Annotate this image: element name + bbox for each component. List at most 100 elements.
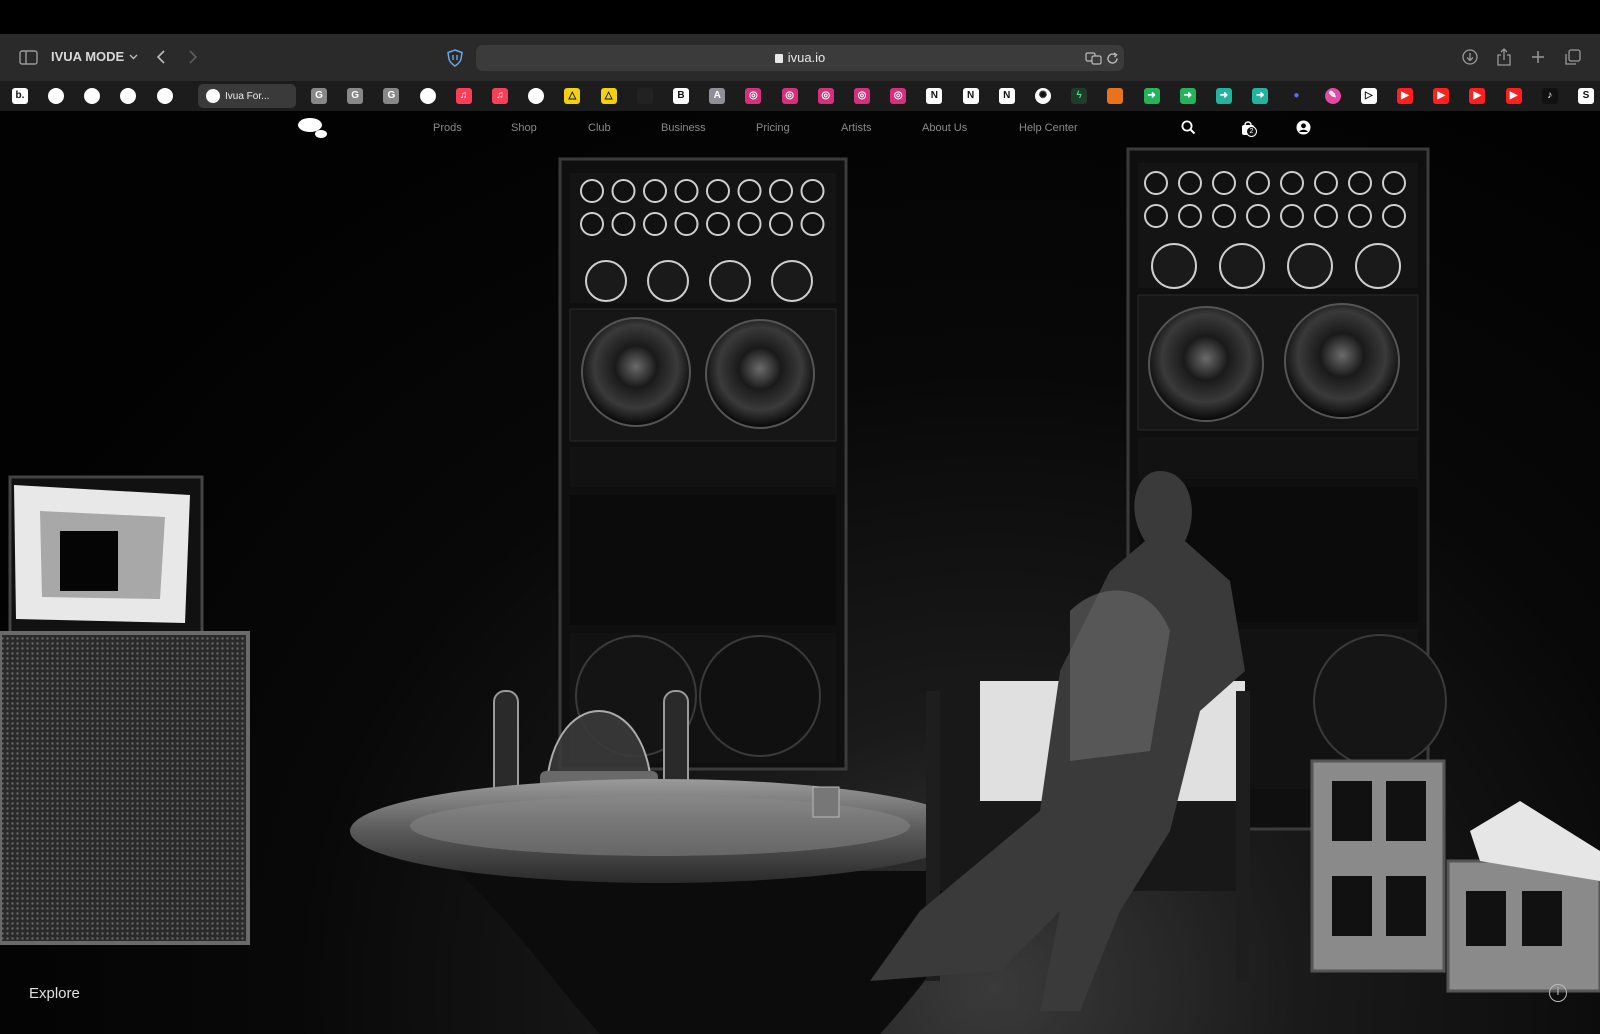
system-menu-strip	[0, 0, 1600, 34]
notion-icon: N	[998, 88, 1015, 104]
bookmark-tab[interactable]: N	[989, 84, 1025, 108]
drop-icon: ●	[1288, 88, 1305, 104]
share-icon[interactable]	[1495, 47, 1513, 67]
bookmark-tab[interactable]: N	[953, 84, 989, 108]
s-icon: S	[1578, 88, 1594, 104]
youtube-icon: ▶	[1433, 88, 1450, 104]
translate-icon[interactable]	[1084, 49, 1102, 67]
reload-icon[interactable]	[1103, 49, 1121, 67]
bookmark-tab[interactable]: ◎	[772, 84, 808, 108]
speaker-driver	[769, 179, 793, 203]
nav-pricing[interactable]: Pricing	[756, 122, 790, 134]
speaker-driver	[1144, 204, 1168, 228]
speaker-driver	[674, 179, 699, 203]
speaker-driver	[1246, 204, 1270, 228]
active-tab[interactable]: Ivua For...	[198, 84, 296, 108]
bookmark-tab[interactable]: ◎	[735, 84, 771, 108]
bookmark-tab[interactable]: ✺	[1025, 84, 1061, 108]
bookmark-tab[interactable]: ♫	[446, 84, 482, 108]
speaker-driver	[1314, 204, 1338, 228]
bookmark-tab[interactable]: ◎	[880, 84, 916, 108]
shield-icon[interactable]	[446, 48, 464, 67]
g-icon: G	[347, 88, 364, 104]
bookmark-tab[interactable]: ✎	[1315, 84, 1351, 108]
bookmark-tab[interactable]	[147, 84, 183, 108]
speaker-driver	[1355, 243, 1401, 289]
new-tab-icon[interactable]	[1529, 48, 1547, 66]
hero-photo	[0, 147, 1600, 1034]
bookmark-tab[interactable]: △	[554, 84, 590, 108]
instagram-icon: ◎	[745, 88, 762, 104]
bookmark-tab[interactable]: A	[699, 84, 735, 108]
nav-prods[interactable]: Prods	[433, 122, 462, 134]
forward-button[interactable]	[185, 47, 201, 67]
bookmark-tab[interactable]	[74, 84, 110, 108]
nav-business[interactable]: Business	[661, 122, 706, 134]
explore-button[interactable]: Explore	[29, 985, 80, 1002]
speaker-driver	[647, 260, 689, 302]
ivua-favicon-icon	[206, 89, 220, 103]
bookmark-tab[interactable]: ➜	[1206, 84, 1242, 108]
bookmark-tab[interactable]: ▷	[1351, 84, 1387, 108]
youtube-icon: ▶	[1397, 88, 1413, 104]
account-icon[interactable]	[1296, 120, 1311, 140]
bookmark-tab[interactable]: S	[1568, 84, 1600, 108]
nav-club[interactable]: Club	[588, 122, 611, 134]
chevron-right-icon	[189, 50, 197, 64]
bookmark-tab[interactable]: ◎	[808, 84, 844, 108]
bookmark-tab[interactable]: G	[337, 84, 373, 108]
ivua-logo[interactable]	[296, 116, 330, 140]
g-icon: G	[383, 88, 400, 104]
search-icon[interactable]	[1181, 120, 1196, 140]
bookmark-tab[interactable]: ▶	[1387, 84, 1423, 108]
bookmark-tab[interactable]: ♫	[482, 84, 518, 108]
nav-artists[interactable]: Artists	[841, 122, 872, 134]
bookmark-tab[interactable]: B	[663, 84, 699, 108]
bookmark-tab[interactable]: ➜	[1242, 84, 1278, 108]
bookmark-tab[interactable]	[1097, 84, 1133, 108]
arrow-icon: ➜	[1143, 88, 1160, 104]
bookmark-tab[interactable]: △	[591, 84, 627, 108]
bookmark-tab[interactable]: ➜	[1170, 84, 1206, 108]
bookmark-tab[interactable]	[627, 84, 663, 108]
downloads-icon[interactable]	[1461, 48, 1479, 66]
notion-icon: N	[926, 88, 943, 104]
bookmark-tab[interactable]: G	[373, 84, 409, 108]
nav-about-us[interactable]: About Us	[922, 122, 967, 134]
speaker-driver	[580, 179, 604, 203]
circle-icon	[48, 88, 64, 104]
nav-shop[interactable]: Shop	[511, 122, 537, 134]
bookmark-tab[interactable]	[110, 84, 146, 108]
bookmark-tab[interactable]: G	[301, 84, 337, 108]
triangle-icon: △	[600, 88, 617, 104]
bookmark-tab[interactable]	[410, 84, 446, 108]
tab-overview-icon[interactable]	[1564, 48, 1582, 66]
bookmark-tab[interactable]: ▶	[1459, 84, 1495, 108]
back-button[interactable]	[153, 47, 169, 67]
info-icon[interactable]: i	[1549, 984, 1567, 1002]
bookmark-tab[interactable]: ▶	[1496, 84, 1532, 108]
bookmark-tab[interactable]: N	[916, 84, 952, 108]
bookmark-tab[interactable]: ϟ	[1061, 84, 1097, 108]
bookmark-tab[interactable]: ➜	[1134, 84, 1170, 108]
bookmark-tab[interactable]: ♪	[1532, 84, 1568, 108]
speaker-driver	[1178, 204, 1202, 228]
bookmark-tab[interactable]	[518, 84, 554, 108]
sidebar-toggle-icon[interactable]	[18, 47, 38, 67]
bookmark-tab[interactable]: ●	[1278, 84, 1314, 108]
apple-icon	[528, 88, 545, 104]
nav-help-center[interactable]: Help Center	[1019, 122, 1078, 134]
speaker-driver	[709, 260, 751, 302]
bookmark-tab[interactable]: ▶	[1423, 84, 1459, 108]
speaker-driver	[1212, 171, 1236, 195]
chevron-down-icon	[129, 54, 138, 59]
bookmark-tab[interactable]: ◎	[844, 84, 880, 108]
url-display: ivua.io	[476, 50, 1124, 65]
speaker-driver	[611, 212, 636, 236]
address-bar[interactable]: ivua.io	[476, 45, 1124, 71]
arrow-icon: ➜	[1252, 88, 1269, 104]
cart-button[interactable]: 2	[1240, 120, 1258, 138]
bookmark-tab[interactable]	[38, 84, 74, 108]
profile-switcher[interactable]: IVUA MODE	[51, 49, 138, 64]
bookmark-tab[interactable]: b.	[2, 84, 38, 108]
